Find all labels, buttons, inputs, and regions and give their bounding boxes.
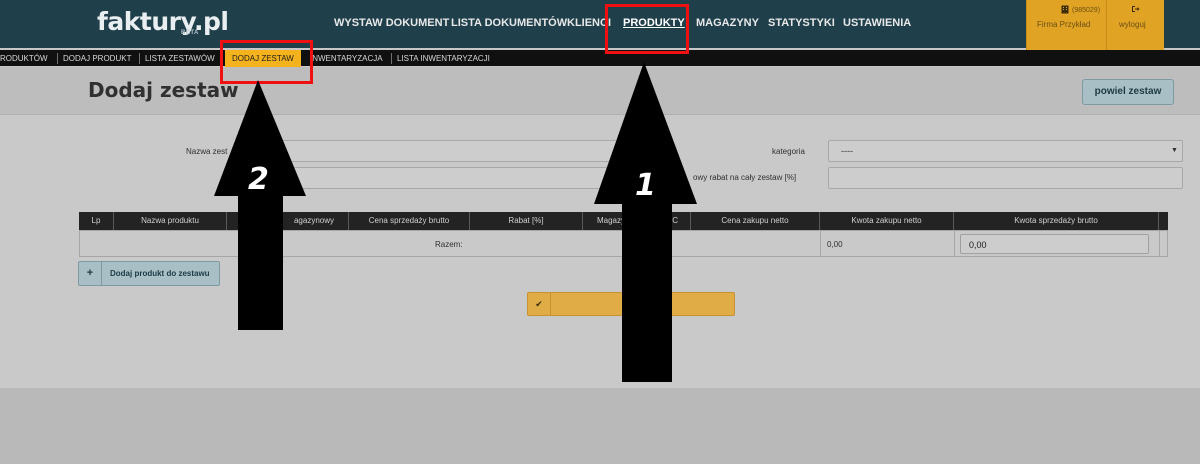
annotation-overlay — [214, 62, 697, 382]
arrow-number-1: 1 — [635, 168, 656, 203]
arrow-up-icon — [214, 80, 306, 330]
arrow-up-icon — [594, 62, 697, 382]
arrow-number-2: 2 — [248, 162, 269, 197]
